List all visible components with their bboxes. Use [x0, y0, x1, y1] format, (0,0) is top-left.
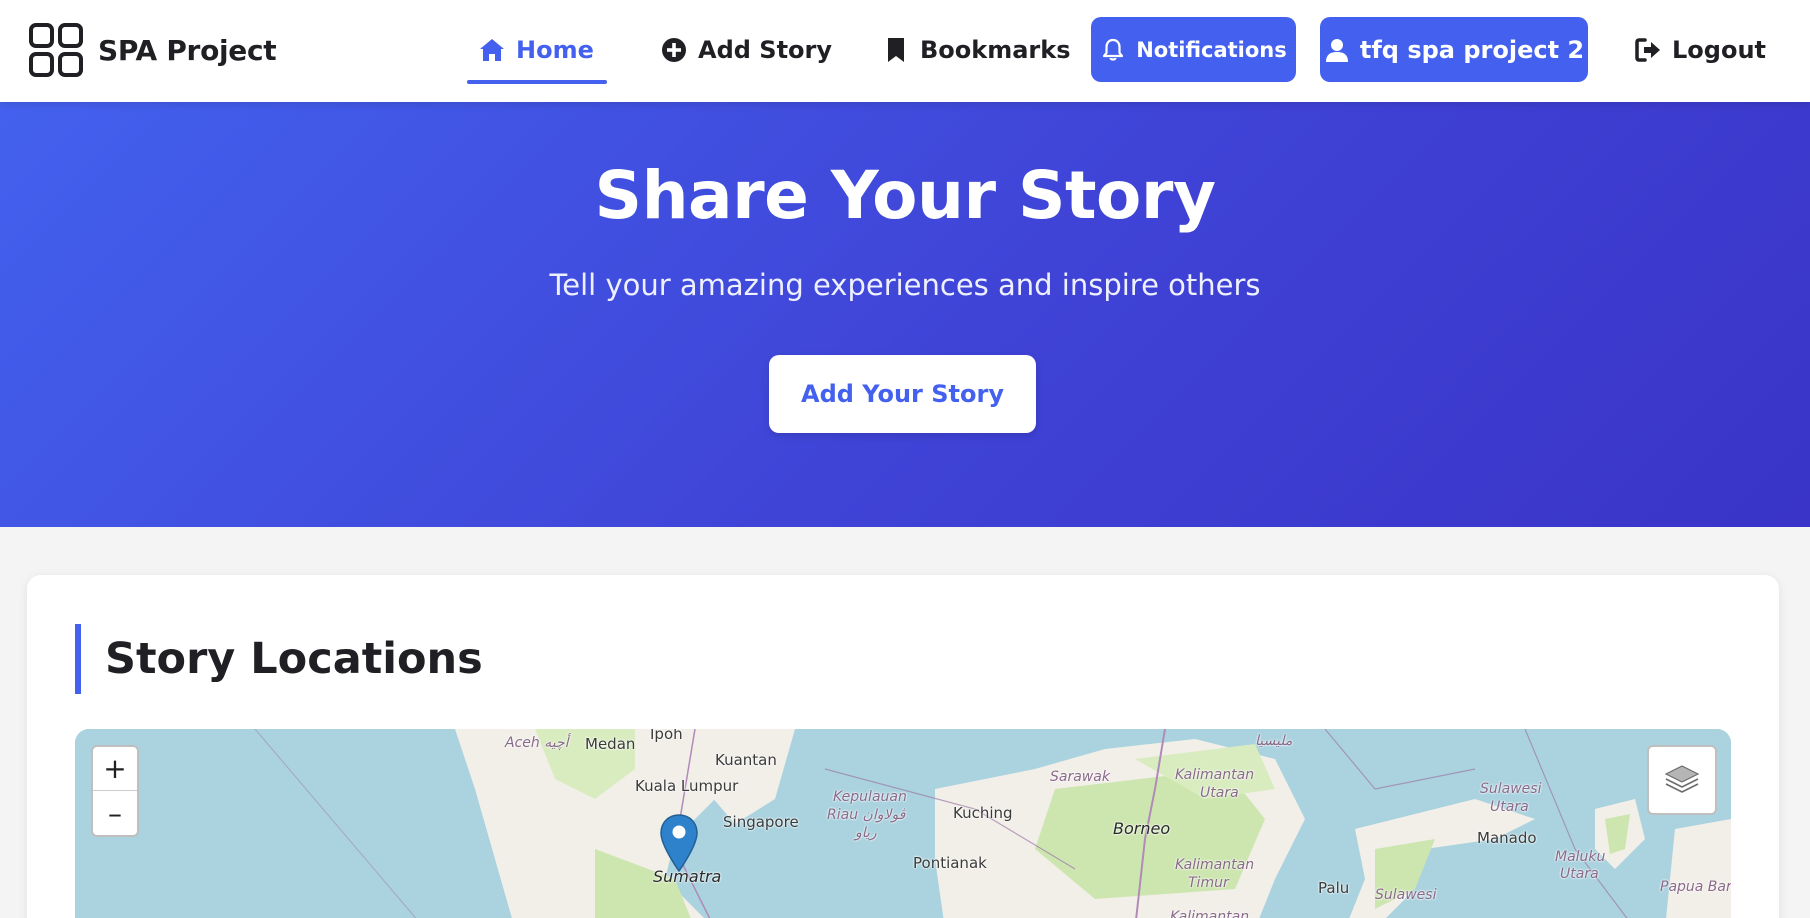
nav-add-story[interactable]: Add Story: [660, 18, 832, 82]
story-locations-card: Story Locations + – Aceh أچيه Medan Ipoh…: [27, 575, 1779, 918]
navbar: SPA Project Home Add Story Bookmarks Not…: [0, 0, 1810, 102]
user-profile-button[interactable]: tfq spa project 2: [1320, 17, 1588, 82]
nav-home-label: Home: [516, 36, 594, 64]
bookmark-icon: [888, 38, 904, 62]
map-label: Kuantan: [715, 751, 777, 769]
map-label: Pontianak: [913, 854, 987, 872]
nav-bookmarks-label: Bookmarks: [920, 36, 1071, 64]
map-label: Borneo: [1113, 819, 1171, 838]
map-label: Papua Bar: [1660, 879, 1731, 895]
map-label: Ipoh: [650, 729, 683, 743]
zoom-in-button[interactable]: +: [93, 747, 137, 791]
zoom-control: + –: [91, 745, 139, 837]
map-label: Sulawesi: [1480, 781, 1542, 797]
map-label: Utara: [1490, 799, 1529, 815]
nav-logout[interactable]: Logout: [1634, 18, 1766, 82]
map-label: Utara: [1560, 866, 1599, 882]
map-label: Kalimantan: [1175, 857, 1255, 873]
hero-title: Share Your Story: [594, 157, 1216, 234]
map-label: Sarawak: [1050, 769, 1110, 785]
map-label: Riau ڤولاوان: [827, 807, 906, 823]
brand-name: SPA Project: [98, 33, 277, 67]
map-label: Sulawesi: [1375, 887, 1437, 903]
map-label: Medan: [585, 735, 636, 753]
map-label: Kalimantan: [1170, 909, 1250, 918]
map-marker-icon[interactable]: [658, 813, 700, 873]
map-label: Utara: [1200, 785, 1239, 801]
nav-add-story-label: Add Story: [698, 36, 833, 64]
map-label: Kuching: [953, 804, 1013, 822]
section-title: Story Locations: [75, 624, 483, 694]
bell-icon: [1103, 38, 1124, 61]
map-label: Kalimantan: [1175, 767, 1255, 783]
grid-icon: [29, 23, 83, 77]
map-label: رياو: [855, 825, 877, 841]
notifications-button[interactable]: Notifications: [1091, 17, 1296, 82]
user-name: tfq spa project 2: [1359, 35, 1585, 64]
map-label: Palu: [1318, 879, 1350, 897]
map-label: مليسيا: [1255, 733, 1293, 749]
plus-circle-icon: [662, 38, 686, 62]
map-label: Kuala Lumpur: [635, 777, 739, 795]
map-label: Manado: [1477, 829, 1537, 847]
map-label: Kepulauan: [833, 789, 907, 805]
hero-subtitle: Tell your amazing experiences and inspir…: [549, 268, 1261, 302]
add-your-story-button[interactable]: Add Your Story: [769, 355, 1036, 433]
home-icon: [480, 39, 504, 61]
map-tiles: [75, 729, 1731, 918]
brand[interactable]: SPA Project: [28, 22, 277, 78]
map-label: Timur: [1188, 875, 1229, 891]
map-label: Singapore: [723, 813, 799, 831]
nav-logout-label: Logout: [1672, 36, 1767, 64]
story-map[interactable]: + – Aceh أچيه Medan Ipoh Kuantan Kuala L…: [75, 729, 1731, 918]
active-underline: [467, 80, 607, 84]
map-label: Sumatra: [653, 867, 722, 886]
map-label: Aceh أچيه: [505, 735, 569, 751]
nav-bookmarks[interactable]: Bookmarks: [882, 18, 1071, 82]
logout-icon: [1635, 38, 1660, 62]
user-icon: [1325, 38, 1348, 62]
nav-home[interactable]: Home: [467, 18, 607, 84]
layers-icon: [1664, 765, 1700, 793]
notifications-label: Notifications: [1136, 37, 1287, 62]
map-label: Maluku: [1555, 849, 1606, 865]
zoom-out-button[interactable]: –: [93, 791, 137, 835]
layers-control[interactable]: [1647, 745, 1717, 815]
hero-banner: Share Your Story Tell your amazing exper…: [0, 102, 1810, 527]
